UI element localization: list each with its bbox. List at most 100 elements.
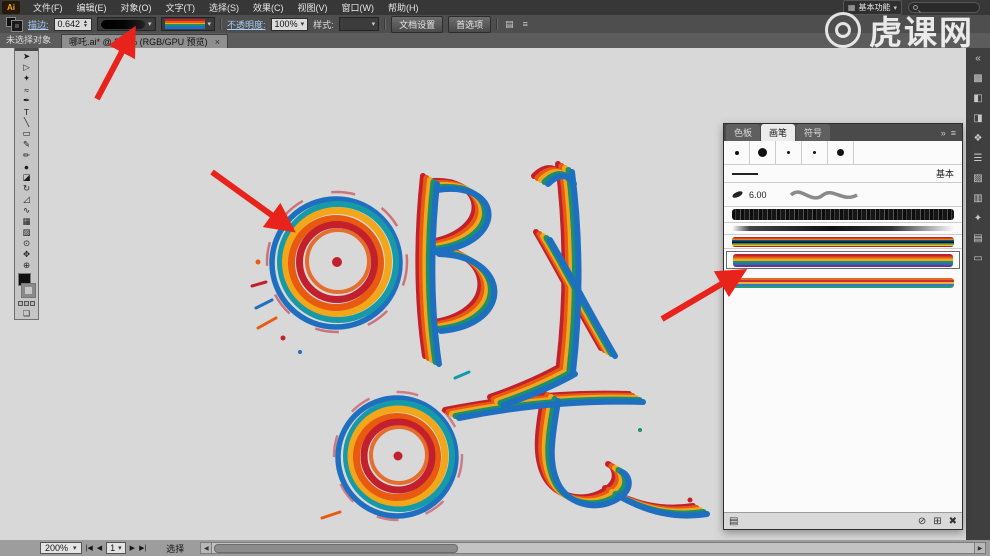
- delete-brush-icon[interactable]: ✖: [949, 516, 957, 527]
- calligraphic-dot-brush[interactable]: [828, 141, 854, 164]
- menu-item[interactable]: 帮助(H): [381, 1, 426, 14]
- zoom-tool[interactable]: ⊕: [15, 260, 38, 271]
- panel-tab-符号[interactable]: 符号: [796, 124, 831, 141]
- stroke-weight-field[interactable]: 0.642 ▲ ▼: [53, 17, 92, 31]
- first-artboard-button[interactable]: |◀: [86, 544, 93, 552]
- menu-item[interactable]: 视图(V): [291, 1, 335, 14]
- last-artboard-button[interactable]: ▶|: [139, 544, 146, 552]
- style-dropdown[interactable]: ▾: [338, 17, 380, 31]
- menu-item[interactable]: 编辑(E): [70, 1, 114, 14]
- menu-item[interactable]: 窗口(W): [335, 1, 382, 14]
- lasso-tool[interactable]: ≈: [15, 84, 38, 95]
- artboard-number-field[interactable]: 1 ▾: [106, 542, 126, 554]
- gradient-panel-icon[interactable]: ▨: [969, 170, 987, 187]
- paintbrush-tool[interactable]: ✎: [15, 139, 38, 150]
- document-tab[interactable]: 哪吒.ai* @ 200% (RGB/GPU 预览) ×: [61, 34, 228, 48]
- workspace-label: 基本功能: [858, 3, 891, 12]
- color-guide-panel-icon[interactable]: ◧: [969, 90, 987, 107]
- brush-basic[interactable]: 基本: [724, 165, 962, 183]
- brush-color-stripes[interactable]: [724, 235, 962, 249]
- fill-stroke-indicator[interactable]: [18, 273, 36, 298]
- close-tab-icon[interactable]: ×: [215, 37, 220, 47]
- magic-wand-tool[interactable]: ✦: [15, 73, 38, 84]
- brush-libraries-icon[interactable]: ▤: [729, 516, 738, 527]
- menu-bar: Ai 文件(F) 编辑(E) 对象(O) 文字(T) 选择(S) 效果(C) 视图(V) 窗口…: [0, 0, 990, 15]
- zoom-level-select[interactable]: 200% ▾: [40, 542, 82, 554]
- width-tool[interactable]: ∿: [15, 205, 38, 216]
- calligraphic-dot-brush[interactable]: [776, 141, 802, 164]
- collapse-dock-icon[interactable]: «: [969, 50, 987, 67]
- menu-item[interactable]: 文件(F): [26, 1, 70, 14]
- hand-tool[interactable]: ✥: [15, 249, 38, 260]
- panel-tab-画笔[interactable]: 画笔: [761, 124, 796, 141]
- search-box[interactable]: [908, 2, 980, 13]
- mesh-tool[interactable]: ▦: [15, 216, 38, 227]
- type-tool[interactable]: T: [15, 106, 38, 117]
- next-artboard-button[interactable]: ▶: [130, 544, 135, 552]
- new-brush-icon[interactable]: ⊞: [933, 516, 941, 527]
- align-options-icon[interactable]: ▤: [503, 19, 516, 30]
- brush-charcoal[interactable]: [724, 207, 962, 223]
- appearance-panel-icon[interactable]: ◨: [969, 110, 987, 127]
- draw-inside-icon[interactable]: [30, 301, 35, 306]
- calligraphic-dot-brush[interactable]: [724, 141, 750, 164]
- line-segment-tool[interactable]: ╲: [15, 117, 38, 128]
- horizontal-scrollbar[interactable]: ◀ ▶: [200, 542, 986, 554]
- stepper-icon[interactable]: ▲ ▼: [83, 20, 88, 29]
- opacity-link[interactable]: 不透明度:: [227, 18, 266, 31]
- document-setup-button[interactable]: 文档设置: [391, 15, 444, 33]
- panel-menu-icon[interactable]: ≡: [951, 128, 956, 138]
- eyedropper-tool[interactable]: ⊙: [15, 238, 38, 249]
- brush-calligraphic-6[interactable]: 6.00: [724, 183, 962, 207]
- calligraphic-dot-brush[interactable]: [802, 141, 828, 164]
- draw-normal-icon[interactable]: [18, 301, 23, 306]
- chevron-down-icon: ▾: [300, 21, 305, 28]
- graphic-styles-panel-icon[interactable]: ❖: [969, 130, 987, 147]
- collapse-panel-icon[interactable]: »: [941, 128, 946, 138]
- opacity-field[interactable]: 100% ▾: [270, 17, 309, 31]
- remove-brush-stroke-icon[interactable]: ⊘: [918, 516, 926, 527]
- brush-definition-dropdown[interactable]: ▾: [160, 17, 216, 31]
- screen-mode-icon[interactable]: ❏: [15, 308, 38, 319]
- color-panel-icon[interactable]: ▩: [969, 70, 987, 87]
- stroke-color-box[interactable]: [21, 283, 36, 298]
- gradient-tool[interactable]: ▨: [15, 227, 38, 238]
- eraser-tool[interactable]: ◪: [15, 172, 38, 183]
- scrollbar-thumb[interactable]: [214, 544, 459, 553]
- brush-rainbow-rough[interactable]: [724, 275, 962, 291]
- brush-rainbow-paint-selected[interactable]: [726, 251, 960, 269]
- calligraphic-dot-brush[interactable]: [750, 141, 776, 164]
- search-input[interactable]: [921, 3, 971, 12]
- scroll-left-icon[interactable]: ◀: [200, 542, 213, 554]
- prev-artboard-button[interactable]: ◀: [97, 544, 102, 552]
- pen-tool[interactable]: ✒: [15, 95, 38, 106]
- selection-tool[interactable]: ➤: [15, 51, 38, 62]
- menu-item[interactable]: 效果(C): [246, 1, 291, 14]
- brush-scratch-line[interactable]: [724, 223, 962, 235]
- stroke-link[interactable]: 描边:: [28, 18, 49, 31]
- rectangle-tool[interactable]: ▭: [15, 128, 38, 139]
- menu-item[interactable]: 对象(O): [114, 1, 159, 14]
- artboards-panel-icon[interactable]: ▭: [969, 250, 987, 267]
- symbols-panel-icon[interactable]: ✦: [969, 210, 987, 227]
- pencil-tool[interactable]: ✏: [15, 150, 38, 161]
- scroll-right-icon[interactable]: ▶: [974, 542, 986, 554]
- stroke-panel-icon[interactable]: ☰: [969, 150, 987, 167]
- document-title: 哪吒.ai* @ 200% (RGB/GPU 预览): [69, 37, 208, 47]
- scrollbar-track[interactable]: [212, 542, 974, 554]
- draw-behind-icon[interactable]: [24, 301, 29, 306]
- layers-panel-icon[interactable]: ▤: [969, 230, 987, 247]
- menu-item[interactable]: 文字(T): [159, 1, 203, 14]
- menu-item[interactable]: 选择(S): [202, 1, 246, 14]
- rotate-tool[interactable]: ↻: [15, 183, 38, 194]
- transparency-panel-icon[interactable]: ▥: [969, 190, 987, 207]
- scale-tool[interactable]: ◿: [15, 194, 38, 205]
- blob-brush-tool[interactable]: ●: [15, 161, 38, 172]
- width-profile-dropdown[interactable]: ▾: [97, 17, 156, 31]
- panel-options-icon[interactable]: ≡: [521, 19, 530, 29]
- direct-selection-tool[interactable]: ▷: [15, 62, 38, 73]
- preferences-button[interactable]: 首选项: [448, 15, 492, 33]
- fill-stroke-swatches[interactable]: [6, 17, 23, 32]
- workspace-switcher[interactable]: ▦ 基本功能 ▾: [842, 0, 902, 15]
- panel-tab-色板[interactable]: 色板: [726, 124, 761, 141]
